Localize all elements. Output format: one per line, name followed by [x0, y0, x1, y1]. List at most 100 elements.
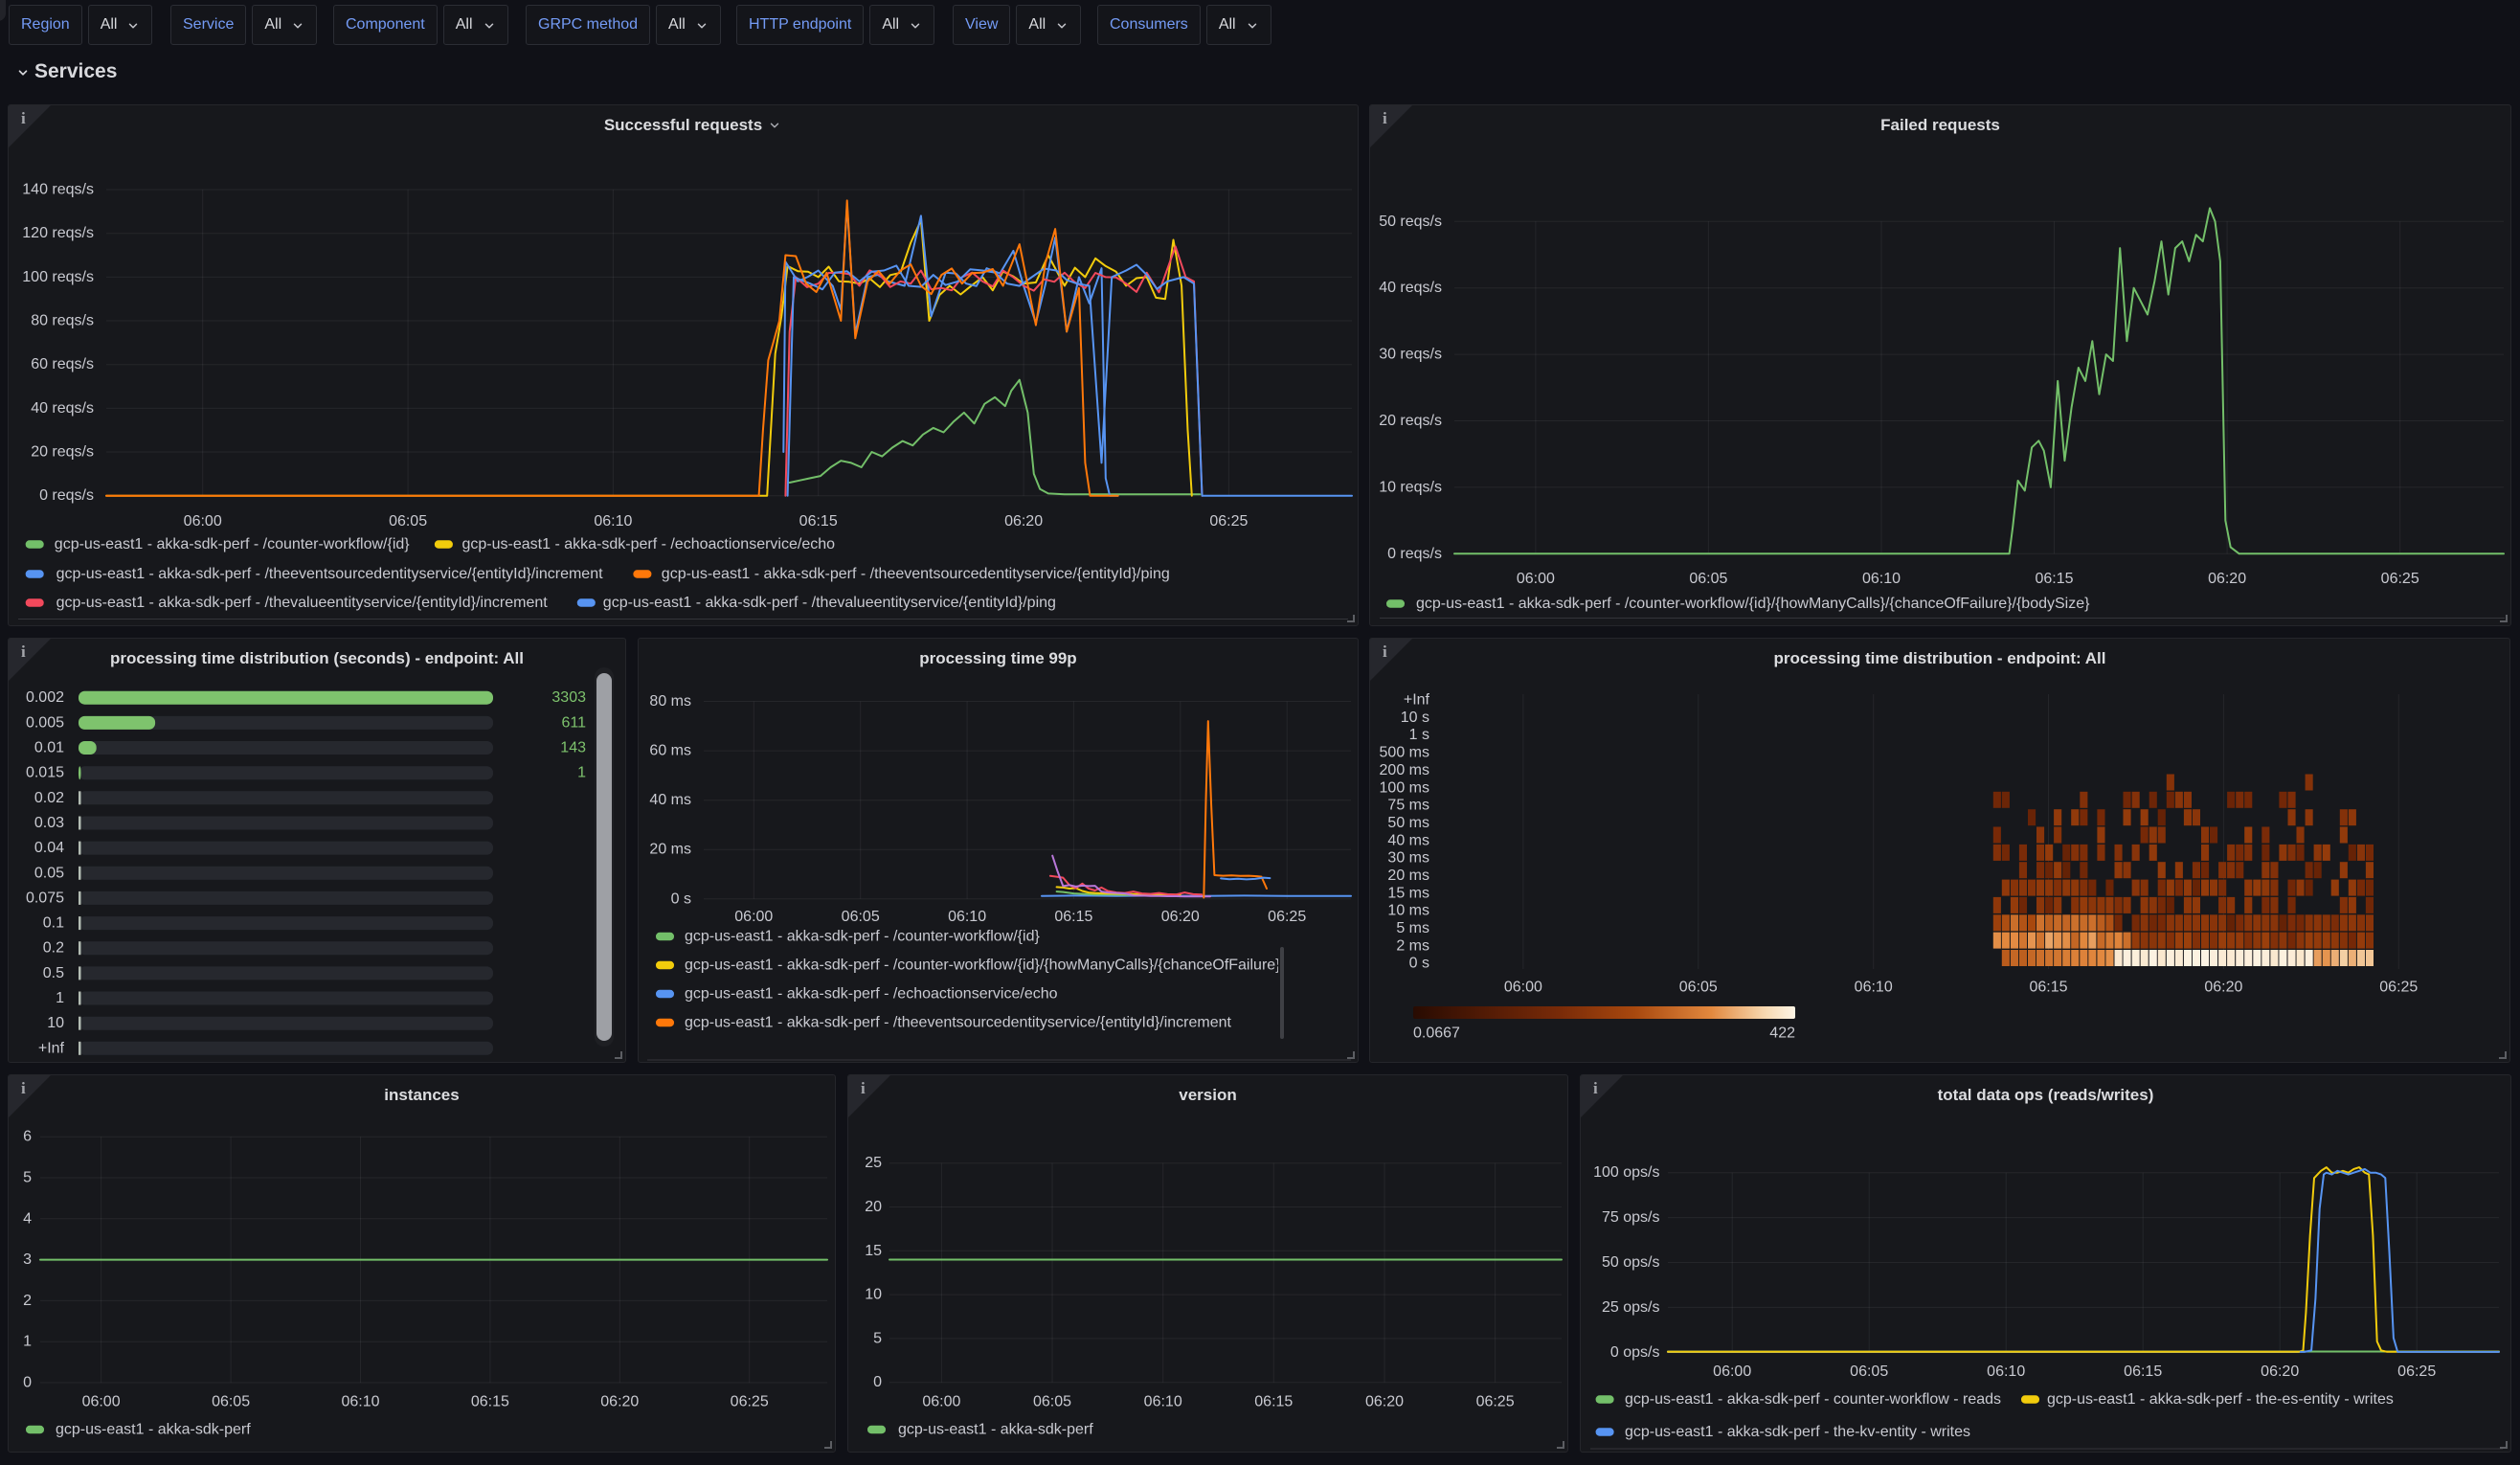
- svg-text:0.1: 0.1: [43, 915, 64, 932]
- svg-text:1: 1: [56, 990, 64, 1006]
- svg-text:20 reqs/s: 20 reqs/s: [31, 444, 94, 461]
- svg-text:gcp-us-east1 - akka-sdk-perf -: gcp-us-east1 - akka-sdk-perf - /echoacti…: [685, 986, 1058, 1003]
- svg-text:gcp-us-east1 - akka-sdk-perf -: gcp-us-east1 - akka-sdk-perf - /counter-…: [1416, 596, 2090, 612]
- svg-text:0.01: 0.01: [34, 740, 64, 756]
- svg-text:25 ops/s: 25 ops/s: [1602, 1299, 1659, 1316]
- svg-text:100 ops/s: 100 ops/s: [1593, 1164, 1659, 1181]
- svg-text:06:05: 06:05: [1850, 1364, 1888, 1380]
- svg-text:0.02: 0.02: [34, 790, 64, 806]
- svg-text:06:00: 06:00: [922, 1394, 960, 1410]
- svg-text:06:20: 06:20: [2261, 1364, 2299, 1380]
- svg-text:06:10: 06:10: [1855, 980, 1893, 996]
- svg-text:20 ms: 20 ms: [649, 842, 691, 858]
- svg-text:50 ops/s: 50 ops/s: [1602, 1254, 1659, 1271]
- svg-text:0.05: 0.05: [34, 865, 64, 881]
- svg-text:5: 5: [23, 1170, 32, 1186]
- svg-text:60 reqs/s: 60 reqs/s: [31, 356, 94, 372]
- svg-text:06:00: 06:00: [82, 1394, 121, 1410]
- svg-text:422: 422: [1769, 1026, 1795, 1042]
- svg-text:06:25: 06:25: [1476, 1394, 1515, 1410]
- svg-text:0.0667: 0.0667: [1413, 1026, 1460, 1042]
- svg-text:gcp-us-east1 - akka-sdk-perf -: gcp-us-east1 - akka-sdk-perf - /counter-…: [685, 929, 1040, 945]
- svg-text:06:10: 06:10: [1862, 571, 1901, 587]
- svg-text:10 reqs/s: 10 reqs/s: [1379, 479, 1442, 495]
- svg-text:15: 15: [865, 1243, 882, 1259]
- svg-text:0: 0: [23, 1375, 32, 1391]
- svg-text:06:05: 06:05: [1033, 1394, 1071, 1410]
- svg-text:100 reqs/s: 100 reqs/s: [22, 269, 94, 285]
- svg-text:5 ms: 5 ms: [1396, 920, 1429, 936]
- svg-text:40 reqs/s: 40 reqs/s: [31, 400, 94, 417]
- svg-text:gcp-us-east1 - akka-sdk-perf -: gcp-us-east1 - akka-sdk-perf - the-es-en…: [2047, 1391, 2394, 1408]
- svg-text:06:20: 06:20: [2208, 571, 2246, 587]
- svg-text:10: 10: [865, 1287, 882, 1303]
- svg-text:143: 143: [560, 740, 586, 756]
- svg-text:gcp-us-east1 - akka-sdk-perf: gcp-us-east1 - akka-sdk-perf: [898, 1422, 1093, 1438]
- svg-text:0 s: 0 s: [671, 890, 691, 907]
- svg-text:06:15: 06:15: [1254, 1394, 1293, 1410]
- svg-text:2 ms: 2 ms: [1396, 937, 1429, 954]
- svg-text:06:05: 06:05: [389, 513, 427, 530]
- svg-text:20 ms: 20 ms: [1387, 868, 1429, 884]
- svg-text:3: 3: [23, 1251, 32, 1268]
- svg-text:06:15: 06:15: [1054, 909, 1092, 925]
- svg-text:40 ms: 40 ms: [1387, 832, 1429, 848]
- svg-text:200 ms: 200 ms: [1380, 762, 1429, 778]
- svg-text:06:25: 06:25: [2381, 571, 2419, 587]
- svg-text:06:00: 06:00: [1517, 571, 1555, 587]
- svg-text:0 ops/s: 0 ops/s: [1610, 1344, 1660, 1361]
- svg-text:06:05: 06:05: [1689, 571, 1727, 587]
- svg-text:06:15: 06:15: [799, 513, 838, 530]
- svg-text:10 ms: 10 ms: [1387, 903, 1429, 919]
- svg-text:06:25: 06:25: [1268, 909, 1306, 925]
- svg-text:gcp-us-east1 - akka-sdk-perf -: gcp-us-east1 - akka-sdk-perf - /theevent…: [685, 1015, 1231, 1031]
- svg-text:0 reqs/s: 0 reqs/s: [1387, 546, 1442, 562]
- svg-text:0.5: 0.5: [43, 965, 64, 981]
- svg-text:06:15: 06:15: [2035, 571, 2073, 587]
- svg-text:0.04: 0.04: [34, 840, 64, 856]
- svg-text:5: 5: [873, 1330, 882, 1346]
- svg-text:06:25: 06:25: [731, 1394, 769, 1410]
- svg-text:gcp-us-east1 - akka-sdk-perf -: gcp-us-east1 - akka-sdk-perf - /thevalue…: [603, 595, 1056, 611]
- svg-text:06:05: 06:05: [842, 909, 880, 925]
- svg-text:06:10: 06:10: [594, 513, 632, 530]
- svg-text:0 reqs/s: 0 reqs/s: [39, 487, 94, 504]
- svg-text:06:00: 06:00: [1713, 1364, 1751, 1380]
- svg-text:+Inf: +Inf: [1404, 692, 1430, 709]
- svg-text:gcp-us-east1 - akka-sdk-perf -: gcp-us-east1 - akka-sdk-perf - /counter-…: [685, 958, 1359, 974]
- svg-text:50 ms: 50 ms: [1387, 815, 1429, 831]
- svg-text:0 s: 0 s: [1409, 956, 1429, 972]
- svg-text:0.015: 0.015: [26, 765, 64, 781]
- svg-text:60 ms: 60 ms: [649, 743, 691, 759]
- svg-text:1: 1: [23, 1334, 32, 1350]
- svg-text:80 reqs/s: 80 reqs/s: [31, 313, 94, 329]
- svg-text:06:05: 06:05: [1679, 980, 1718, 996]
- svg-text:10: 10: [47, 1015, 64, 1031]
- svg-text:06:05: 06:05: [212, 1394, 250, 1410]
- svg-text:06:10: 06:10: [948, 909, 986, 925]
- svg-text:30 ms: 30 ms: [1387, 850, 1429, 867]
- svg-text:gcp-us-east1 - akka-sdk-perf -: gcp-us-east1 - akka-sdk-perf - counter-w…: [1625, 1391, 2001, 1408]
- svg-text:06:20: 06:20: [1365, 1394, 1404, 1410]
- svg-text:140 reqs/s: 140 reqs/s: [22, 182, 94, 198]
- svg-text:0.2: 0.2: [43, 940, 64, 957]
- svg-text:2: 2: [23, 1293, 32, 1309]
- svg-text:500 ms: 500 ms: [1380, 745, 1429, 761]
- svg-text:1: 1: [577, 765, 586, 781]
- svg-text:gcp-us-east1 - akka-sdk-perf -: gcp-us-east1 - akka-sdk-perf - /counter-…: [55, 536, 410, 552]
- svg-text:120 reqs/s: 120 reqs/s: [22, 225, 94, 241]
- svg-text:06:20: 06:20: [600, 1394, 639, 1410]
- svg-text:06:10: 06:10: [341, 1394, 379, 1410]
- svg-text:40 reqs/s: 40 reqs/s: [1379, 280, 1442, 296]
- svg-text:0.075: 0.075: [26, 890, 64, 906]
- svg-text:0.03: 0.03: [34, 815, 64, 831]
- svg-text:40 ms: 40 ms: [649, 792, 691, 808]
- svg-text:3303: 3303: [551, 689, 586, 706]
- svg-text:06:10: 06:10: [1987, 1364, 2025, 1380]
- svg-text:15 ms: 15 ms: [1387, 885, 1429, 901]
- svg-text:06:20: 06:20: [1161, 909, 1200, 925]
- svg-text:06:15: 06:15: [2029, 980, 2067, 996]
- svg-text:06:00: 06:00: [1504, 980, 1542, 996]
- svg-text:06:10: 06:10: [1144, 1394, 1182, 1410]
- svg-text:gcp-us-east1 - akka-sdk-perf -: gcp-us-east1 - akka-sdk-perf - /theevent…: [662, 566, 1170, 582]
